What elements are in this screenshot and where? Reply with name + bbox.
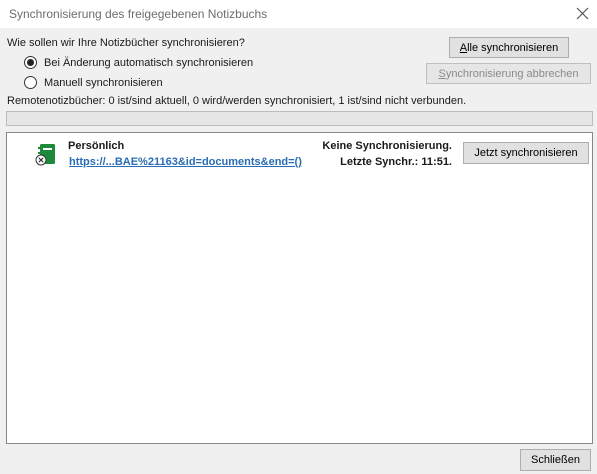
sync-all-button[interactable]: Alle synchronisieren: [449, 37, 569, 58]
sync-progress-bar: [6, 111, 593, 126]
notebook-last-sync: Letzte Synchr.: 11:51.: [340, 156, 452, 168]
close-button[interactable]: Schließen: [520, 449, 591, 471]
notebook-disconnected-icon: [35, 143, 57, 167]
radio-auto-sync-indicator[interactable]: [24, 56, 37, 69]
cancel-sync-button[interactable]: Synchronisierung abbrechen: [426, 63, 591, 84]
sync-now-button[interactable]: Jetzt synchronisieren: [463, 142, 589, 164]
remote-notebooks-status: Remotenotizbücher: 0 ist/sind aktuell, 0…: [7, 95, 467, 107]
cancel-sync-label: ynchronisierung abbrechen: [445, 67, 579, 80]
title-bar: Synchronisierung des freigegebenen Notiz…: [0, 0, 597, 28]
radio-manual-sync-label: Manuell synchronisieren: [44, 76, 163, 89]
close-icon[interactable]: [571, 2, 593, 24]
sync-all-accesskey: A: [459, 41, 468, 54]
radio-auto-sync-label: Bei Änderung automatisch synchronisieren: [44, 56, 254, 69]
notebook-url-link[interactable]: https://...BAE%21163&id=documents&end=(): [69, 156, 302, 168]
cancel-sync-accesskey: S: [438, 67, 446, 80]
window-title: Synchronisierung des freigegebenen Notiz…: [9, 7, 268, 21]
radio-manual-sync-indicator[interactable]: [24, 76, 37, 89]
radio-manual-sync[interactable]: Manuell synchronisieren: [24, 76, 163, 89]
radio-auto-sync[interactable]: Bei Änderung automatisch synchronisieren: [24, 56, 253, 69]
notebook-list: Persönlich https://...BAE%21163&id=docum…: [6, 132, 593, 444]
notebook-name: Persönlich: [68, 140, 125, 152]
sync-all-label: lle synchronisieren: [467, 41, 559, 54]
notebook-sync-status: Keine Synchronisierung.: [322, 140, 452, 152]
sync-question: Wie sollen wir Ihre Notizbücher synchron…: [7, 37, 245, 49]
